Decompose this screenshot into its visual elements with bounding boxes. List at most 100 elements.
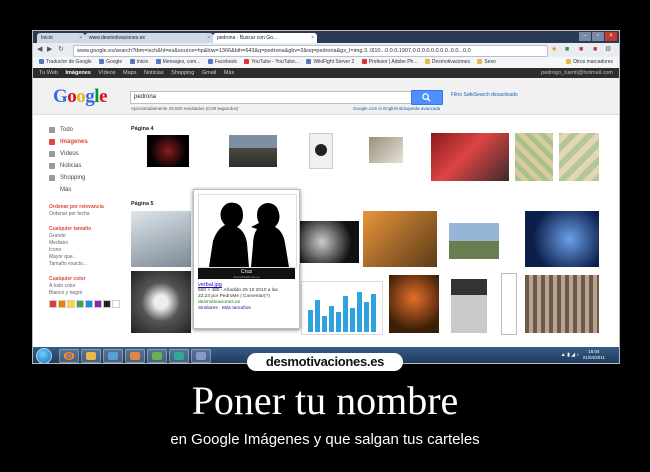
bookmark-item[interactable]: WikiFight Server 2: [306, 57, 354, 68]
color-swatch[interactable]: [49, 300, 57, 308]
image-result[interactable]: [559, 133, 599, 181]
image-result[interactable]: [389, 275, 439, 333]
tab-google-search[interactable]: pedrona - Buscar con Go... ×: [213, 33, 317, 43]
image-result[interactable]: [369, 137, 403, 163]
image-result[interactable]: [297, 221, 359, 263]
size-option[interactable]: Grande: [49, 233, 129, 240]
size-option[interactable]: Tamaño exacto...: [49, 261, 129, 268]
sidebar-item-videos[interactable]: Vídeos: [49, 148, 129, 160]
forward-icon[interactable]: ▶: [47, 45, 52, 55]
taskbar-shield[interactable]: [147, 349, 167, 363]
wrench-icon[interactable]: ⚙: [605, 45, 611, 55]
image-result[interactable]: [515, 133, 553, 181]
gbar-item-images[interactable]: Imágenes: [65, 70, 90, 76]
bookmark-item[interactable]: YouTube - YouTube...: [244, 57, 299, 68]
image-preview-card[interactable]: Cruz desmotivaciones.es verbal.jpg 500 ×…: [193, 189, 300, 329]
image-result[interactable]: [147, 135, 189, 167]
search-links[interactable]: Google.com in English Búsqueda avanzada: [353, 106, 440, 111]
color-swatch[interactable]: [85, 300, 93, 308]
tab-desmotivaciones[interactable]: www.desmotivaciones.es ×: [85, 33, 213, 43]
extension-icon[interactable]: ■: [593, 45, 597, 55]
back-icon[interactable]: ◀: [37, 45, 42, 55]
color-swatch[interactable]: [94, 300, 102, 308]
color-swatch[interactable]: [103, 300, 111, 308]
close-icon[interactable]: ×: [79, 33, 82, 43]
image-result[interactable]: [525, 275, 599, 333]
color-swatch[interactable]: [112, 300, 120, 308]
gbar-item[interactable]: Shopping: [171, 70, 194, 76]
image-result[interactable]: [525, 211, 599, 267]
sort-date[interactable]: Ordenar por fecha: [49, 211, 129, 218]
preview-links[interactable]: Similares · Más tamaños: [198, 306, 295, 312]
preview-image[interactable]: [198, 194, 297, 268]
bookmark-item[interactable]: Traductor de Google: [39, 57, 92, 68]
bookmark-item[interactable]: Google: [99, 57, 122, 68]
size-option[interactable]: Mediano: [49, 240, 129, 247]
user-account[interactable]: pedrogo_tuenti@hotmail.com: [541, 68, 613, 78]
taskbar-media[interactable]: [103, 349, 123, 363]
bookmark-item[interactable]: Sexo: [477, 57, 496, 68]
reload-icon[interactable]: ↻: [58, 45, 64, 55]
sidebar-item-more[interactable]: Más: [49, 184, 129, 196]
minimize-icon[interactable]: –: [579, 32, 591, 41]
maximize-icon[interactable]: ▫: [592, 32, 604, 41]
bookmark-item[interactable]: Facebook: [207, 57, 237, 68]
size-option[interactable]: Icono: [49, 247, 129, 254]
taskbar-app[interactable]: [125, 349, 145, 363]
system-tray[interactable]: ▲ ▮ ◢ ♪: [561, 352, 579, 358]
start-button[interactable]: [36, 348, 52, 363]
sidebar-item-all[interactable]: Todo: [49, 124, 129, 136]
image-result[interactable]: [301, 281, 383, 335]
close-icon[interactable]: ×: [311, 33, 314, 43]
extension-icon[interactable]: ■: [565, 45, 569, 55]
gbar-item[interactable]: Vídeos: [98, 70, 115, 76]
image-result[interactable]: [501, 273, 517, 335]
gbar-item[interactable]: Tu Web: [39, 70, 58, 76]
image-result[interactable]: [229, 135, 277, 167]
image-result[interactable]: [449, 223, 499, 259]
taskbar-app[interactable]: [191, 349, 211, 363]
image-result[interactable]: [431, 133, 509, 181]
gbar-item[interactable]: Gmail: [202, 70, 216, 76]
image-result[interactable]: [131, 271, 191, 333]
gbar-item[interactable]: Noticias: [144, 70, 164, 76]
gbar-item[interactable]: Maps: [123, 70, 136, 76]
color-any[interactable]: Cualquier color: [49, 276, 129, 283]
extension-icon[interactable]: ■: [579, 45, 583, 55]
other-bookmarks[interactable]: Otros marcadores: [565, 57, 613, 68]
close-window-icon[interactable]: ×: [605, 32, 617, 41]
taskbar-clock[interactable]: 16:04 21/04/2011: [583, 349, 605, 361]
image-result[interactable]: [309, 133, 333, 169]
google-logo[interactable]: Google: [53, 86, 107, 108]
sidebar-item-shopping[interactable]: Shopping: [49, 172, 129, 184]
bookmark-item[interactable]: Profesor | Adobe Ph...: [361, 57, 418, 68]
safesearch-link[interactable]: Filtro SafeSearch desactivado: [451, 92, 518, 98]
taskbar-explorer[interactable]: [81, 349, 101, 363]
bookmark-item[interactable]: Mensajes, com...: [155, 57, 200, 68]
color-swatch[interactable]: [67, 300, 75, 308]
color-swatch[interactable]: [58, 300, 66, 308]
color-option[interactable]: A todo color: [49, 283, 129, 290]
image-result[interactable]: [363, 211, 437, 267]
bookmark-item[interactable]: Desmotivaciones: [424, 57, 470, 68]
taskbar-messenger[interactable]: [169, 349, 189, 363]
close-icon[interactable]: ×: [207, 33, 210, 43]
bookmark-item[interactable]: Inicio: [129, 57, 148, 68]
taskbar-chrome[interactable]: [59, 349, 79, 363]
sort-relevance[interactable]: Ordenar por relevancia: [49, 204, 129, 211]
star-icon[interactable]: ★: [551, 45, 557, 55]
color-option[interactable]: Blanco y negro: [49, 290, 129, 297]
color-swatch[interactable]: [76, 300, 84, 308]
image-result[interactable]: [451, 279, 487, 333]
preview-caption: Cruz desmotivaciones.es: [198, 268, 295, 279]
search-input[interactable]: pedrona: [130, 91, 415, 104]
tab-inicio[interactable]: Inicio ×: [37, 33, 85, 43]
image-result[interactable]: [131, 211, 191, 267]
search-button[interactable]: [411, 90, 443, 105]
gbar-item[interactable]: Más: [224, 70, 234, 76]
sidebar-item-images[interactable]: Imágenes: [49, 136, 129, 148]
size-option[interactable]: Mayor que...: [49, 254, 129, 261]
address-bar[interactable]: www.google.es/search?tbm=isch&hl=es&sour…: [73, 45, 548, 57]
sidebar-item-news[interactable]: Noticias: [49, 160, 129, 172]
size-any[interactable]: Cualquier tamaño: [49, 226, 129, 233]
